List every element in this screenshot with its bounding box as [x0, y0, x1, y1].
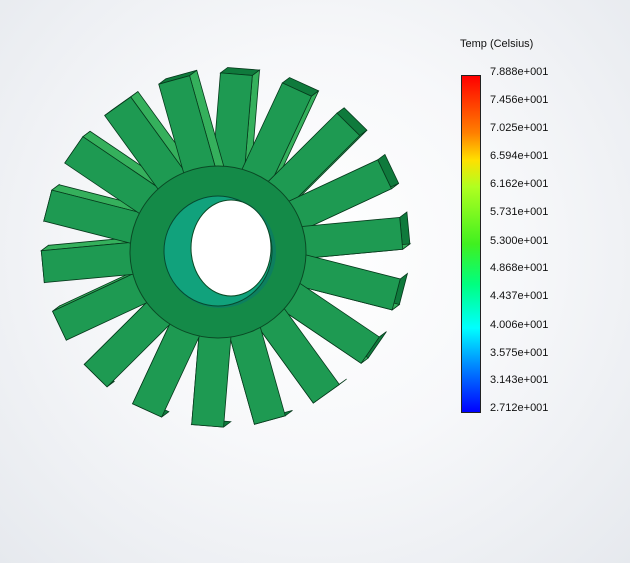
- legend-tick-label: 3.575e+001: [490, 347, 549, 359]
- legend-tick-label: 7.025e+001: [490, 122, 549, 134]
- legend-tick-label: 3.143e+001: [490, 374, 549, 386]
- heat-sink-model: [39, 67, 412, 428]
- legend-tick-label: 4.868e+001: [490, 262, 549, 274]
- legend-tick-label: 6.594e+001: [490, 150, 549, 162]
- legend-tick-label: 5.300e+001: [490, 235, 549, 247]
- legend-tick-label: 7.888e+001: [490, 66, 549, 78]
- legend-tick-label: 4.006e+001: [490, 319, 549, 331]
- hub-bore-hole: [190, 199, 272, 297]
- legend-tick-label: 2.712e+001: [490, 402, 549, 414]
- model-viewport[interactable]: Temp (Celsius) 7.888e+001 7.456e+001 7.0…: [0, 0, 630, 563]
- legend-tick-label: 5.731e+001: [490, 206, 549, 218]
- legend-tick-label: 6.162e+001: [490, 178, 549, 190]
- legend-title: Temp (Celsius): [460, 38, 534, 50]
- heat-sink-hub: [129, 165, 307, 339]
- temperature-color-bar: [461, 75, 481, 413]
- legend-tick-label: 4.437e+001: [490, 290, 549, 302]
- legend-tick-label: 7.456e+001: [490, 94, 549, 106]
